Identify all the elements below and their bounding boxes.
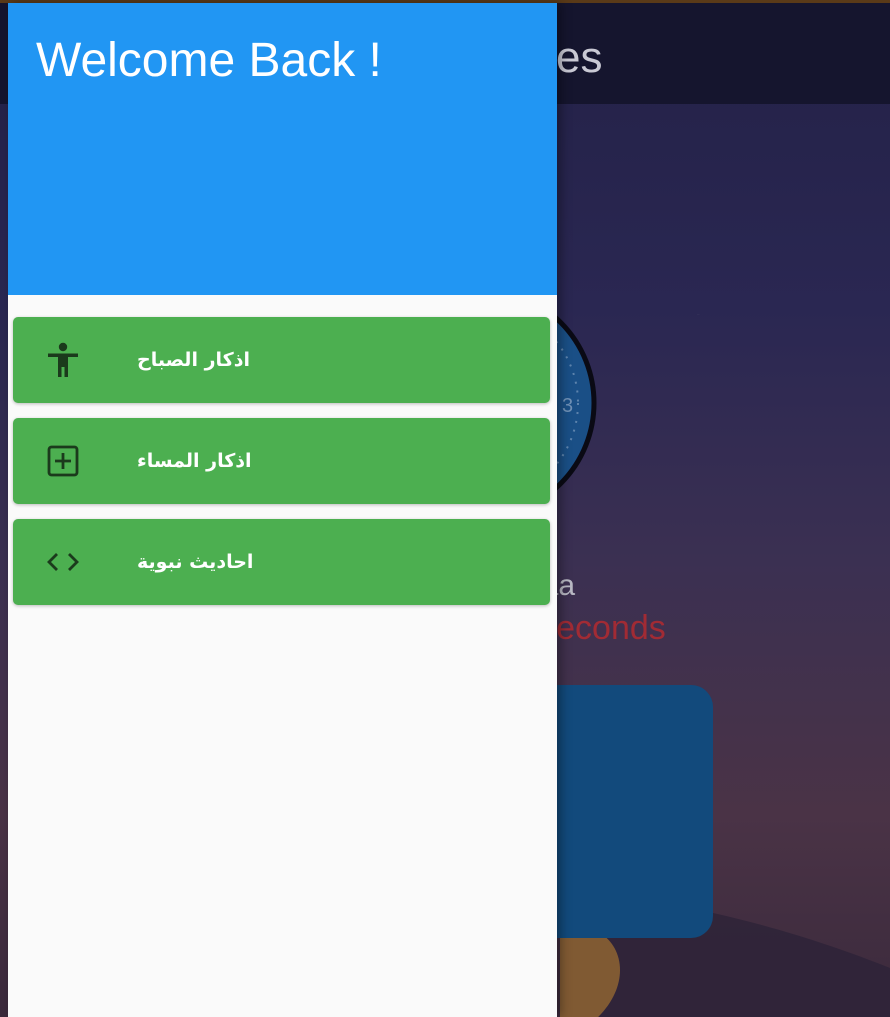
menu-item-label: اذكار الصباح xyxy=(137,349,250,371)
drawer-header: Welcome Back ! xyxy=(8,3,557,295)
menu-item-evening-adhkar[interactable]: اذكار المساء xyxy=(13,418,550,504)
accessibility-icon xyxy=(48,342,78,377)
drawer-header-title: Welcome Back ! xyxy=(36,34,382,87)
menu-item-morning-adhkar[interactable]: اذكار الصباح xyxy=(13,317,550,403)
add-box-icon xyxy=(47,445,79,477)
drawer-menu: اذكار الصباح اذكار المساء احاديث نبوية xyxy=(13,317,550,620)
menu-item-label: اذكار المساء xyxy=(137,450,252,472)
app-screen: es 3 shaa r 3 seconds M AM M I PM M Welc… xyxy=(0,0,890,1017)
code-icon xyxy=(47,553,79,571)
menu-item-prophetic-hadiths[interactable]: احاديث نبوية xyxy=(13,519,550,605)
navigation-drawer: Welcome Back ! اذكار الصباح اذكار المساء xyxy=(8,3,557,1017)
menu-item-label: احاديث نبوية xyxy=(137,551,254,573)
